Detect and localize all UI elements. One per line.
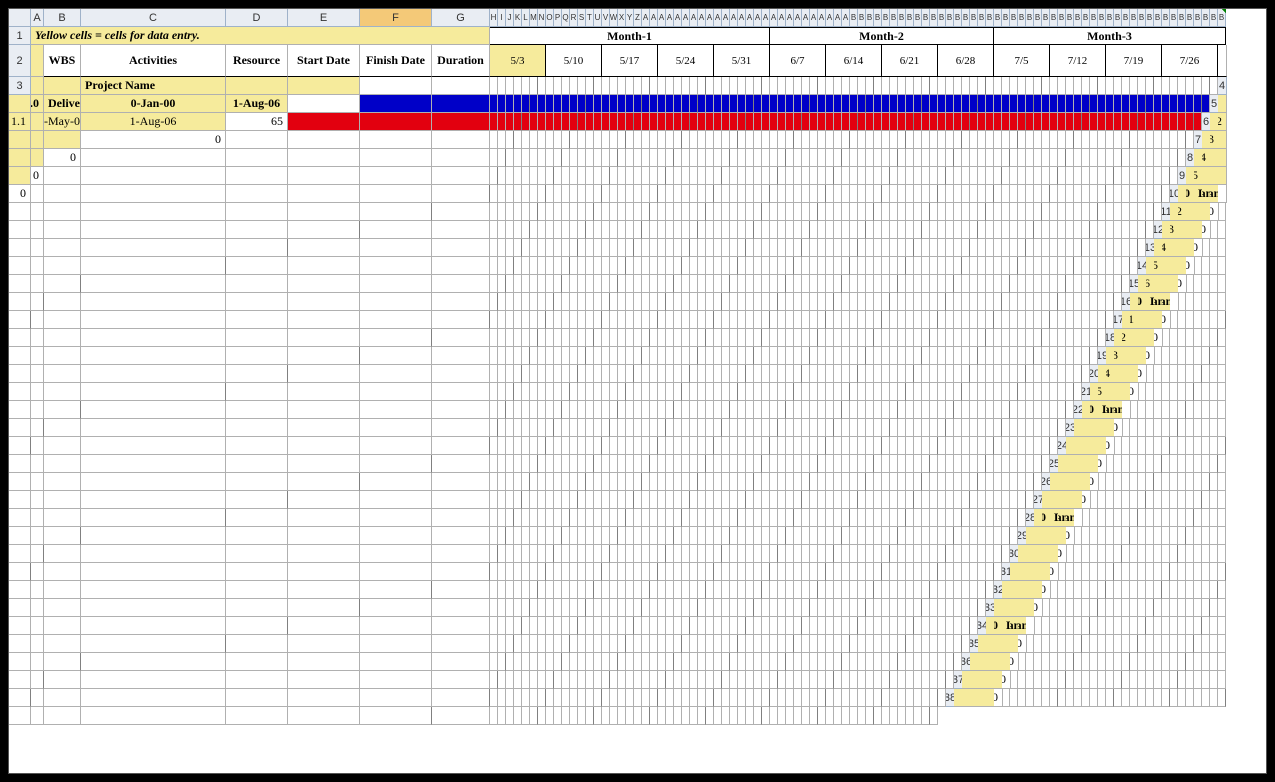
cell-finish[interactable]: 1-Aug-06: [81, 113, 226, 131]
cell-activities[interactable]: [1218, 131, 1227, 149]
cell-duration[interactable]: 0: [1186, 257, 1195, 275]
week-header: 7/19: [1106, 45, 1162, 77]
week-header: 6/21: [882, 45, 938, 77]
cell-start[interactable]: [9, 149, 31, 167]
cell-duration[interactable]: 0: [994, 689, 1003, 707]
cell-finish[interactable]: [1218, 167, 1227, 185]
cell-duration[interactable]: 0: [1034, 599, 1043, 617]
cell-start[interactable]: 3-May-06: [44, 113, 81, 131]
cell-duration[interactable]: 0: [1202, 221, 1211, 239]
cell-start[interactable]: [31, 131, 44, 149]
week-header: 6/28: [938, 45, 994, 77]
cell-duration[interactable]: 0: [9, 185, 31, 203]
cell-duration[interactable]: [360, 77, 432, 95]
cell-duration[interactable]: [1074, 509, 1083, 527]
week-header: 5/24: [658, 45, 714, 77]
col-header-C[interactable]: C: [81, 9, 226, 27]
cell-wbs[interactable]: 1.2: [1218, 113, 1227, 131]
cell-finish[interactable]: 1-Aug-06: [226, 95, 288, 113]
cell-duration[interactable]: 0: [1018, 635, 1027, 653]
cell-duration[interactable]: 0: [1058, 545, 1067, 563]
header-finish: Finish Date: [360, 45, 432, 77]
header-activities: Activities: [81, 45, 226, 77]
cell-duration[interactable]: [1026, 617, 1035, 635]
month-header: Month-2: [770, 27, 994, 45]
cell-duration[interactable]: 0: [1050, 563, 1059, 581]
spreadsheet-frame: ABCDEFGHIJKLMNOPQRSTUVWXYZAAAAAAAAAAAAAA…: [8, 8, 1267, 774]
spreadsheet-grid[interactable]: ABCDEFGHIJKLMNOPQRSTUVWXYZAAAAAAAAAAAAAA…: [9, 9, 1226, 725]
week-header: 7/5: [994, 45, 1050, 77]
cell-start[interactable]: [226, 77, 288, 95]
cell-wbs[interactable]: 1.1: [9, 113, 31, 131]
cell-duration[interactable]: [1122, 401, 1131, 419]
cell-wbs[interactable]: 1.0: [31, 95, 44, 113]
cell-start[interactable]: [1218, 149, 1227, 167]
cell-duration[interactable]: 0: [1002, 671, 1011, 689]
cell-duration[interactable]: 0: [1138, 365, 1147, 383]
col-header-F[interactable]: F: [360, 9, 432, 27]
cell-duration[interactable]: 0: [1178, 275, 1187, 293]
row-header-1[interactable]: 1: [9, 27, 31, 45]
cell-duration[interactable]: 0: [1162, 311, 1171, 329]
cell-wbs[interactable]: [44, 77, 81, 95]
col-header-A[interactable]: A: [31, 9, 44, 27]
cell-duration[interactable]: [288, 95, 360, 113]
week-header: 6/14: [826, 45, 882, 77]
cell-duration[interactable]: 0: [1082, 491, 1091, 509]
header-duration: Duration: [432, 45, 490, 77]
cell-duration[interactable]: 0: [1114, 419, 1123, 437]
cell-duration[interactable]: 0: [1210, 203, 1219, 221]
cell-start[interactable]: 0-Jan-00: [81, 95, 226, 113]
col-header-D[interactable]: D: [226, 9, 288, 27]
col-header-G[interactable]: G: [432, 9, 490, 27]
cell-duration[interactable]: 0: [81, 131, 226, 149]
col-header-B[interactable]: B: [44, 9, 81, 27]
week-header: 5/31: [714, 45, 770, 77]
cell-duration[interactable]: 0: [1194, 239, 1203, 257]
cell-duration[interactable]: 0: [31, 167, 44, 185]
cell-duration[interactable]: 0: [1098, 455, 1107, 473]
cell-activities[interactable]: Deliverable: [44, 95, 81, 113]
cell-duration[interactable]: 0: [1130, 383, 1139, 401]
month-header: Month-1: [490, 27, 770, 45]
week-header: 6/7: [770, 45, 826, 77]
cell-duration[interactable]: 0: [1154, 329, 1163, 347]
cell-activities[interactable]: [9, 131, 31, 149]
week-header: 7/12: [1050, 45, 1106, 77]
week-header: 5/10: [546, 45, 602, 77]
cell-duration[interactable]: 0: [1066, 527, 1075, 545]
cell-duration[interactable]: 0: [1146, 347, 1155, 365]
cell-duration[interactable]: 0: [1042, 581, 1051, 599]
header-wbs: WBS: [44, 45, 81, 77]
cell-finish[interactable]: [9, 167, 31, 185]
cell-duration[interactable]: [1218, 185, 1227, 203]
week-header: 7/26: [1162, 45, 1218, 77]
month-header: Month-3: [994, 27, 1226, 45]
cell-duration[interactable]: [1170, 293, 1179, 311]
note-cell[interactable]: Yellow cells = cells for data entry.: [31, 27, 490, 45]
header-resource: Resource: [226, 45, 288, 77]
cell-duration[interactable]: 0: [1010, 653, 1019, 671]
cell-finish[interactable]: [44, 131, 81, 149]
cell-finish[interactable]: [31, 149, 44, 167]
cell-activities[interactable]: Project Name: [81, 77, 226, 95]
cell-duration[interactable]: 65: [226, 113, 288, 131]
header-start: Start Date: [288, 45, 360, 77]
week-header: 5/3: [490, 45, 546, 77]
cell-finish[interactable]: [288, 77, 360, 95]
cell-duration[interactable]: 0: [1090, 473, 1099, 491]
cell-duration[interactable]: 0: [1106, 437, 1115, 455]
cell-activities[interactable]: [31, 113, 44, 131]
week-header: 5/17: [602, 45, 658, 77]
row-header-3[interactable]: 3: [9, 77, 31, 95]
row-header-4[interactable]: 4: [1218, 77, 1227, 95]
row-header-2[interactable]: 2: [9, 45, 31, 77]
cell-duration[interactable]: 0: [44, 149, 81, 167]
col-header-E[interactable]: E: [288, 9, 360, 27]
